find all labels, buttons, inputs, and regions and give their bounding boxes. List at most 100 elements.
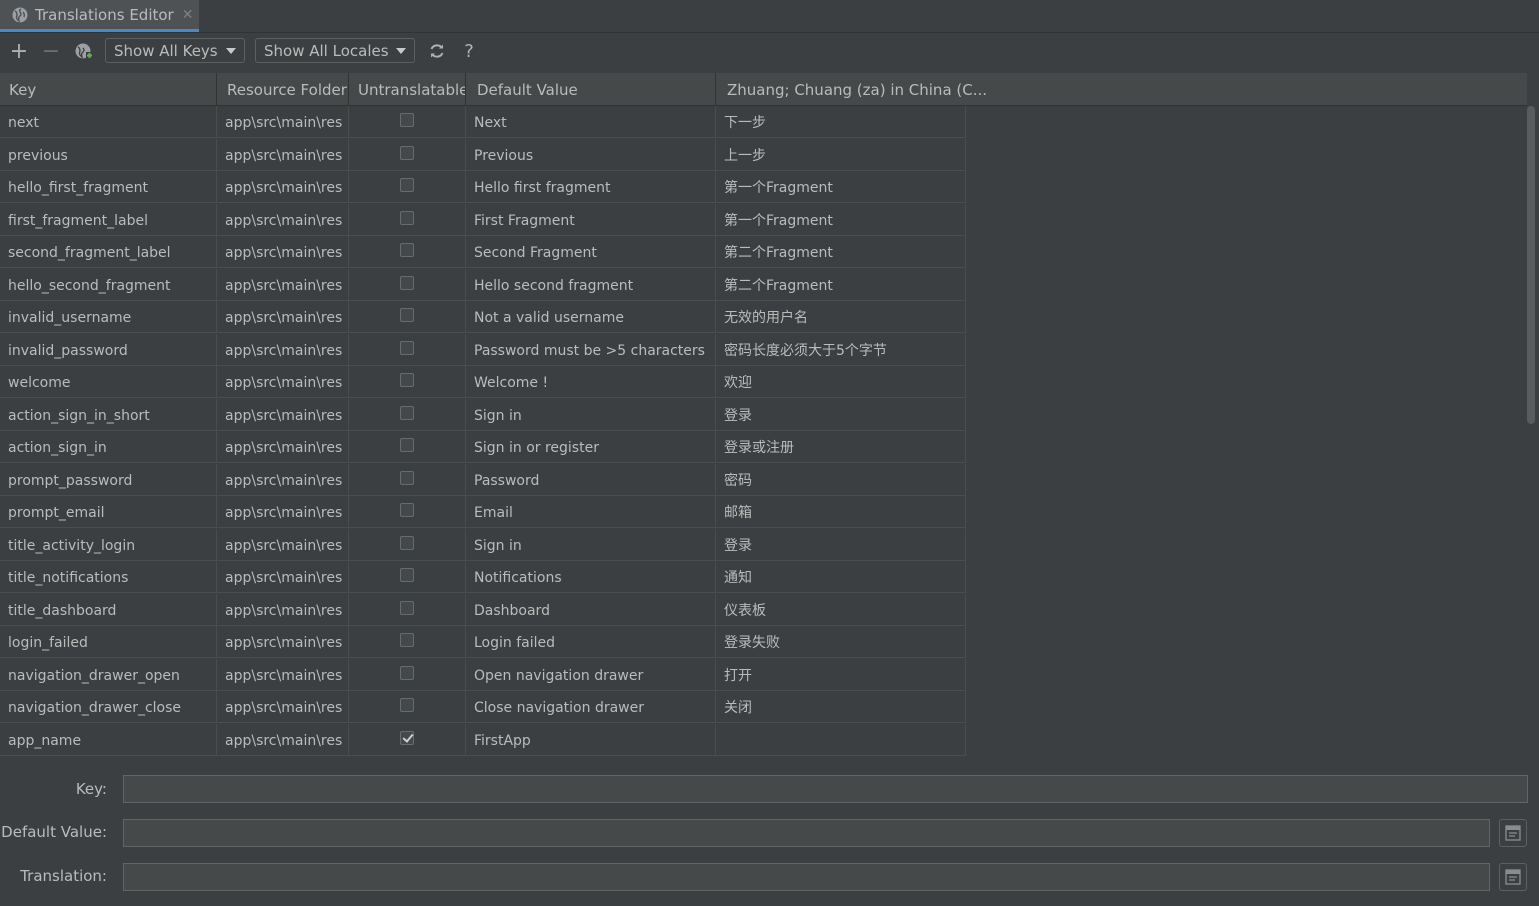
table-row[interactable]: second_fragment_label app\src\main\res Sec… [0,236,966,268]
column-header-key[interactable]: Key [0,73,217,105]
cell-translation[interactable]: 邮箱 [716,496,966,528]
default-value-field[interactable] [123,819,1490,847]
cell-translation[interactable]: 下一步 [716,106,966,138]
untranslatable-checkbox[interactable] [400,633,414,647]
cell-key[interactable]: login_failed [0,626,217,658]
cell-resource-folder[interactable]: app\src\main\res [217,626,349,658]
column-header-default-value[interactable]: Default Value [466,73,716,105]
untranslatable-checkbox[interactable] [400,373,414,387]
untranslatable-checkbox[interactable] [400,145,414,160]
column-header-resource-folder[interactable]: Resource Folder [217,73,349,105]
untranslatable-checkbox[interactable] [400,210,414,225]
cell-translation[interactable]: 仪表板 [716,593,966,626]
cell-resource-folder[interactable]: app\src\main\res [217,593,349,626]
untranslatable-checkbox[interactable] [400,178,414,192]
cell-key[interactable]: welcome [0,366,217,398]
table-row[interactable]: invalid_password app\src\main\res Password… [0,333,966,366]
cell-resource-folder[interactable]: app\src\main\res [217,658,349,691]
remove-key-icon[interactable]: − [40,39,62,64]
table-row[interactable]: title_notifications app\src\main\res Notif… [0,561,966,593]
table-row[interactable]: app_name app\src\main\res FirstApp [0,723,966,756]
cell-key[interactable]: invalid_password [0,333,217,366]
untranslatable-checkbox[interactable] [400,470,414,485]
cell-default-value[interactable]: Sign in [466,528,716,561]
tab-translations-editor[interactable]: Translations Editor ✕ [0,0,199,32]
cell-default-value[interactable]: First Fragment [466,203,716,236]
cell-translation[interactable]: 上一步 [716,138,966,171]
cell-resource-folder[interactable]: app\src\main\res [217,398,349,431]
untranslatable-checkbox[interactable] [400,275,414,290]
cell-resource-folder[interactable]: app\src\main\res [217,268,349,301]
cell-default-value[interactable]: Dashboard [466,593,716,626]
edit-translation-button[interactable] [1499,863,1527,891]
cell-translation[interactable]: 无效的用户名 [716,301,966,333]
cell-default-value[interactable]: Sign in [466,398,716,431]
cell-default-value[interactable]: Welcome ! [466,366,716,398]
cell-translation[interactable]: 第一个Fragment [716,203,966,236]
cell-translation[interactable]: 登录 [716,528,966,561]
cell-resource-folder[interactable]: app\src\main\res [217,561,349,593]
table-row[interactable]: action_sign_in app\src\main\res Sign in or… [0,431,966,463]
cell-key[interactable]: hello_first_fragment [0,171,217,203]
cell-key[interactable]: prompt_email [0,496,217,528]
untranslatable-checkbox[interactable] [400,438,414,452]
key-field[interactable] [123,775,1528,803]
cell-default-value[interactable]: Hello second fragment [466,268,716,301]
cell-key[interactable]: prompt_password [0,463,217,496]
cell-resource-folder[interactable]: app\src\main\res [217,463,349,496]
cell-default-value[interactable]: Password must be >5 characters [466,333,716,366]
cell-translation[interactable]: 登录失败 [716,626,966,658]
cell-default-value[interactable]: Not a valid username [466,301,716,333]
cell-default-value[interactable]: Notifications [466,561,716,593]
cell-key[interactable]: previous [0,138,217,171]
refresh-icon[interactable] [426,40,448,62]
cell-resource-folder[interactable]: app\src\main\res [217,496,349,528]
cell-key[interactable]: title_activity_login [0,528,217,561]
cell-translation[interactable]: 通知 [716,561,966,593]
cell-default-value[interactable]: Email [466,496,716,528]
cell-resource-folder[interactable]: app\src\main\res [217,236,349,268]
untranslatable-checkbox[interactable] [400,665,414,680]
cell-default-value[interactable]: Hello first fragment [466,171,716,203]
cell-translation[interactable]: 第二个Fragment [716,268,966,301]
edit-default-value-button[interactable] [1499,819,1527,847]
column-header-untranslatable[interactable]: Untranslatable [349,73,466,105]
table-row[interactable]: hello_second_fragment app\src\main\res Hel… [0,268,966,301]
table-row[interactable]: action_sign_in_short app\src\main\res Sign… [0,398,966,431]
cell-key[interactable]: title_notifications [0,561,217,593]
cell-resource-folder[interactable]: app\src\main\res [217,431,349,463]
cell-default-value[interactable]: FirstApp [466,723,716,756]
cell-translation[interactable]: 欢迎 [716,366,966,398]
table-row[interactable]: welcome app\src\main\res Welcome ! 欢迎 [0,366,966,398]
untranslatable-checkbox[interactable] [400,568,414,582]
untranslatable-checkbox[interactable] [400,698,414,712]
close-icon[interactable]: ✕ [182,7,194,23]
table-row[interactable]: login_failed app\src\main\res Login failed… [0,626,966,658]
locales-filter-dropdown[interactable]: Show All Locales [255,38,415,63]
cell-key[interactable]: next [0,106,217,138]
untranslatable-checkbox[interactable] [400,503,414,517]
table-row[interactable]: invalid_username app\src\main\res Not a va… [0,301,966,333]
untranslatable-checkbox[interactable] [400,535,414,550]
cell-resource-folder[interactable]: app\src\main\res [217,528,349,561]
cell-translation[interactable] [716,723,966,756]
cell-key[interactable]: navigation_drawer_open [0,658,217,691]
cell-translation[interactable]: 登录或注册 [716,431,966,463]
cell-default-value[interactable]: Close navigation drawer [466,691,716,723]
cell-key[interactable]: app_name [0,723,217,756]
cell-resource-folder[interactable]: app\src\main\res [217,723,349,756]
cell-translation[interactable]: 密码 [716,463,966,496]
cell-key[interactable]: action_sign_in_short [0,398,217,431]
help-icon[interactable]: ? [458,40,480,62]
table-row[interactable]: prompt_email app\src\main\res Email 邮箱 [0,496,966,528]
cell-key[interactable]: first_fragment_label [0,203,217,236]
table-row[interactable]: hello_first_fragment app\src\main\res Hell… [0,171,966,203]
add-locale-icon[interactable] [73,40,95,62]
cell-translation[interactable]: 第一个Fragment [716,171,966,203]
table-row[interactable]: title_activity_login app\src\main\res Sign… [0,528,966,561]
vertical-scrollbar[interactable] [1527,106,1535,424]
cell-key[interactable]: hello_second_fragment [0,268,217,301]
table-row[interactable]: previous app\src\main\res Previous 上一步 [0,138,966,171]
table-row[interactable]: navigation_drawer_close app\src\main\res C… [0,691,966,723]
cell-key[interactable]: invalid_username [0,301,217,333]
